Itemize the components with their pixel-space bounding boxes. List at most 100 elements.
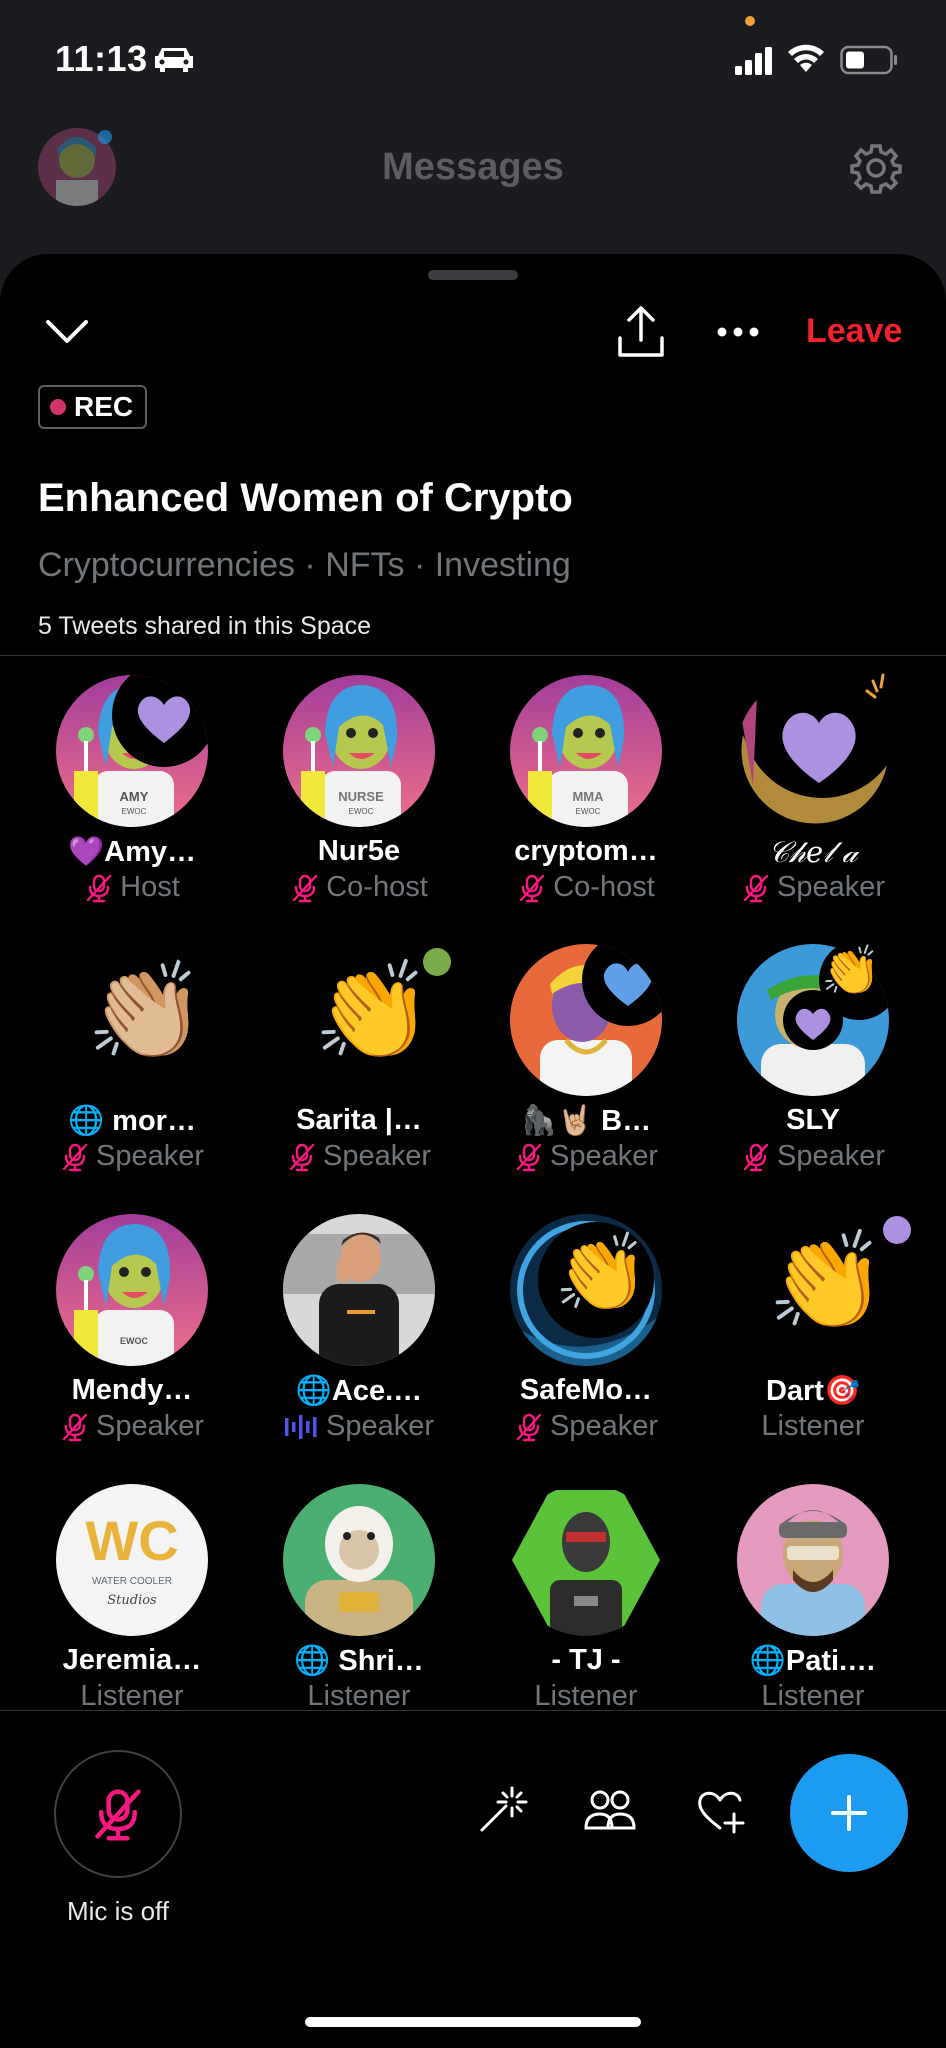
chevron-down-icon[interactable] [44, 314, 90, 350]
participant-name: 🌐 mor… [68, 1105, 196, 1137]
participant-role: Co-host [326, 871, 428, 903]
clap-reaction-icon: 👏 [554, 1231, 649, 1316]
speaking-indicator-icon [284, 1414, 317, 1439]
participant-role: Speaker [95, 1410, 204, 1442]
clap-reaction-icon: 👏 [767, 1228, 887, 1335]
home-indicator[interactable] [305, 2017, 641, 2027]
battery-icon [840, 45, 897, 75]
status-time: 11:13 [55, 38, 148, 79]
participant-tile[interactable]: 🌐Ace.… Speaker [259, 1214, 459, 1474]
participant-tile[interactable]: 👏 Sarita |… Speaker [259, 944, 459, 1204]
participant-avatar: 👏 [283, 944, 451, 1096]
mic-off-icon [514, 1412, 544, 1442]
more-icon[interactable] [714, 316, 762, 348]
participant-avatar [510, 1484, 662, 1636]
sparkle-icon [865, 673, 885, 699]
heart-plus-icon[interactable] [692, 1782, 748, 1838]
participant-name: Sarita |… [296, 1104, 422, 1136]
messages-title: Messages [382, 146, 564, 188]
wifi-icon [788, 44, 824, 72]
mic-off-icon [514, 1142, 544, 1172]
participant-role: Listener [761, 1410, 865, 1442]
participant-name: 𝒞𝒽𝑒𝓁 𝒶 [768, 835, 858, 869]
participant-name: - TJ - [551, 1644, 621, 1676]
participant-tile[interactable]: MMA EWOC cryptom… Co-host [486, 675, 686, 935]
participant-tile[interactable]: 👏🏼 🌐 mor… Speaker [32, 944, 232, 1204]
participant-tile[interactable]: 🌐 Shri… Listener [259, 1484, 459, 1744]
participant-tile[interactable]: WC WATER COOLER Studios Jeremia… Listene… [32, 1484, 232, 1744]
leave-button[interactable]: Leave [806, 312, 902, 351]
plus-icon [831, 1795, 867, 1831]
participant-name: 🌐 Shri… [294, 1645, 424, 1677]
mic-status-label: Mic is off [66, 1896, 170, 1926]
privacy-indicator-dot [745, 16, 755, 26]
signal-icon [735, 47, 772, 75]
space-topics: Cryptocurrencies · NFTs · Investing [38, 546, 571, 584]
mic-off-icon [287, 1142, 317, 1172]
participant-tile[interactable]: AMY EWOC 💜Amy… Host [32, 675, 232, 935]
shirt-text: NURSE [338, 789, 384, 804]
people-icon[interactable] [582, 1782, 638, 1838]
mic-off-icon [60, 1142, 90, 1172]
rec-dot [50, 399, 66, 415]
mic-off-icon [290, 873, 320, 903]
tweets-shared-link[interactable]: 5 Tweets shared in this Space [38, 612, 371, 641]
participant-avatar [283, 1214, 435, 1366]
participant-avatar: 👏🏼 [56, 944, 208, 1096]
rec-badge: REC [38, 385, 148, 429]
participant-avatar [283, 1484, 435, 1636]
participant-name: Nur5e [317, 835, 401, 867]
participant-tile[interactable]: 👏 SLY Speaker [713, 944, 913, 1204]
participant-tile[interactable]: 👏 Dart🎯 Listener [713, 1214, 913, 1474]
participant-name: 🌐Ace.… [295, 1375, 423, 1407]
participant-avatar: NURSE EWOC [283, 675, 435, 827]
share-icon[interactable] [614, 304, 668, 360]
clap-reaction-icon: 👏 [313, 958, 433, 1065]
mic-toggle-button[interactable] [54, 1750, 182, 1878]
participant-name: 🦍🤘🏼 B… [520, 1105, 652, 1137]
participant-role: Speaker [95, 1140, 204, 1172]
gear-icon[interactable] [850, 142, 902, 194]
shirt-text: MMA [572, 789, 604, 804]
participant-role: Listener [761, 1680, 865, 1712]
divider [0, 1710, 946, 1711]
participant-role: Speaker [322, 1140, 431, 1172]
shirt-sub: EWOC [349, 807, 374, 816]
participant-name: SafeMo… [519, 1374, 653, 1406]
divider [0, 655, 946, 656]
participant-avatar: EWOC [56, 1214, 208, 1366]
participant-role: Co-host [553, 871, 655, 903]
shirt-text: EWOC [120, 1336, 148, 1346]
sparkle-icon[interactable] [474, 1782, 530, 1838]
participant-avatar [737, 1484, 889, 1636]
participant-tile[interactable]: 𝒞𝒽𝑒𝓁 𝒶 Speaker [713, 673, 913, 935]
participant-role: Listener [307, 1680, 411, 1712]
participant-name: cryptom… [514, 835, 658, 867]
participant-tile[interactable]: 🌐Pati.… Listener [713, 1484, 913, 1744]
participant-name: Jeremia… [62, 1644, 202, 1676]
sheet-grabber[interactable] [428, 270, 518, 280]
participant-avatar: 👏 [510, 1214, 662, 1366]
participant-role: Speaker [549, 1140, 658, 1172]
participant-tile[interactable]: - TJ - Listener [486, 1484, 686, 1744]
participant-tile[interactable]: 👏 SafeMo… Speaker [486, 1214, 686, 1474]
participant-tile[interactable]: EWOC Mendy… Speaker [32, 1214, 232, 1474]
participant-avatar: MMA EWOC [510, 675, 662, 827]
participant-role: Speaker [776, 1140, 885, 1172]
participant-role: Speaker [776, 871, 885, 903]
participant-role: Listener [80, 1680, 184, 1712]
participant-name: 🌐Pati.… [749, 1645, 877, 1677]
logo-sub: WATER COOLER [92, 1576, 172, 1587]
notification-dot [98, 130, 112, 144]
participant-name: Dart🎯 [765, 1375, 861, 1407]
participant-avatar: AMY EWOC [56, 675, 208, 827]
add-fab-button[interactable] [790, 1754, 908, 1872]
participant-tile[interactable]: NURSE EWOC Nur5e Co-host [259, 675, 459, 935]
mic-off-icon [60, 1412, 90, 1442]
space-title: Enhanced Women of Crypto [38, 476, 573, 520]
shirt-text: AMY [120, 789, 149, 804]
logo-text: WC [85, 1509, 178, 1572]
clap-reaction-icon: 👏 [821, 945, 881, 998]
participant-tile[interactable]: 🦍🤘🏼 B… Speaker [486, 944, 686, 1204]
logo-script: Studios [107, 1593, 157, 1608]
